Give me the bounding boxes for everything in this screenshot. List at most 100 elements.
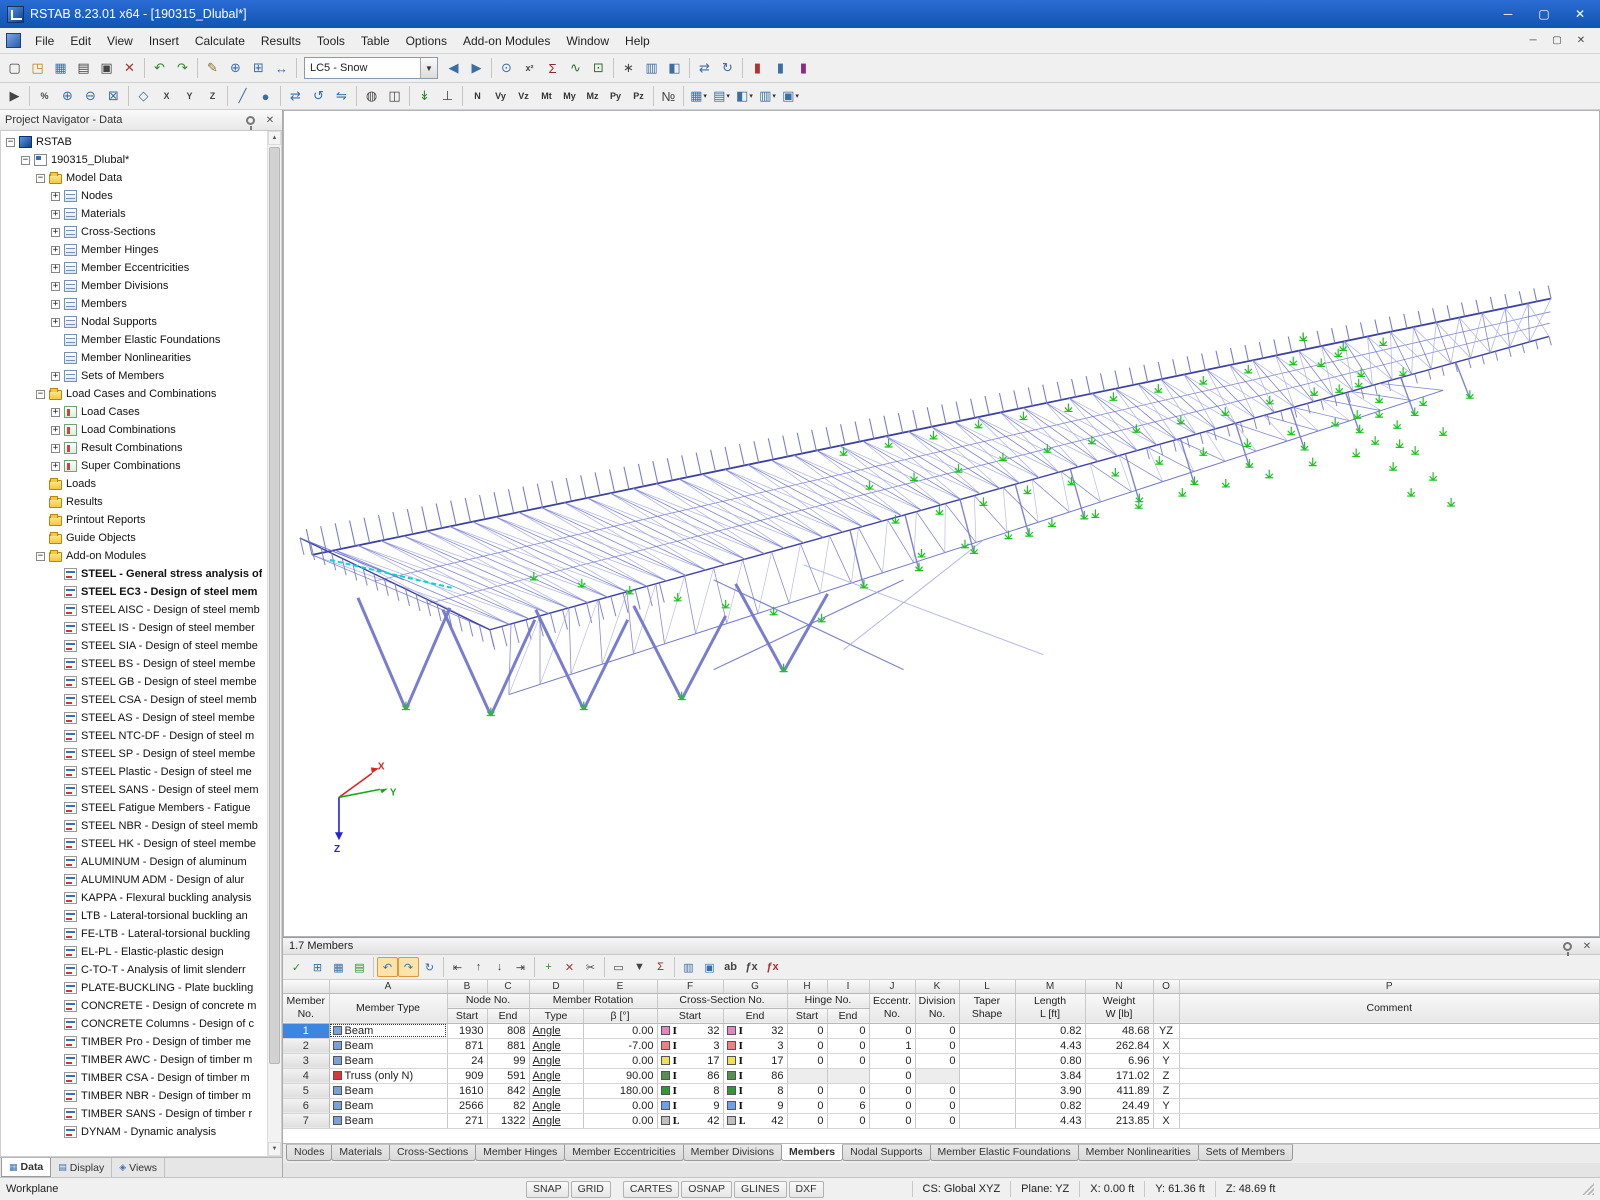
cell-eccentricity[interactable]: 0 — [869, 1068, 915, 1083]
filter-table-icon[interactable]: ▼ — [629, 957, 650, 977]
combo-dropdown-icon[interactable]: ▼ — [420, 58, 437, 78]
rename-ab-icon[interactable]: ab — [720, 957, 741, 977]
cell-length[interactable]: 0.80 — [1015, 1053, 1085, 1068]
expand-icon[interactable]: + — [51, 246, 60, 255]
cell-rotation-beta[interactable]: -7.00 — [583, 1038, 657, 1053]
tree-item-steel-hk-design-of-steel-membe[interactable]: STEEL HK - Design of steel membe — [2, 835, 266, 853]
cell-weight[interactable]: 6.96 — [1085, 1053, 1153, 1068]
column-letter-I[interactable]: I — [827, 980, 869, 993]
column-letter-K[interactable]: K — [915, 980, 959, 993]
cell-member-type[interactable]: Truss (only N) — [329, 1068, 447, 1083]
cell-rotation-beta[interactable]: 90.00 — [583, 1068, 657, 1083]
cell-node-start[interactable]: 871 — [447, 1038, 487, 1053]
collapse-icon[interactable]: − — [36, 174, 45, 183]
header-weight[interactable]: WeightW [lb] — [1085, 993, 1153, 1023]
subheader-rotation-beta[interactable]: β [°] — [583, 1008, 657, 1023]
result-torsion-mt-icon[interactable]: Mt — [535, 85, 558, 107]
header-length[interactable]: LengthL [ft] — [1015, 993, 1085, 1023]
member-row-5[interactable]: 5Beam1610842Angle180.00I8I800003.90411.8… — [283, 1083, 1600, 1098]
cell-member-no[interactable]: 4 — [283, 1068, 329, 1083]
table-tab-sets-of-members[interactable]: Sets of Members — [1198, 1144, 1293, 1161]
select-rows-icon[interactable]: ▭ — [608, 957, 629, 977]
table-tab-materials[interactable]: Materials — [331, 1144, 390, 1161]
pan-view-icon[interactable]: ↔ — [270, 57, 293, 79]
mdi-restore-button[interactable]: ▢ — [1546, 32, 1568, 50]
table-close-icon[interactable]: ✕ — [1580, 941, 1594, 952]
cell-member-type[interactable]: Beam — [329, 1023, 447, 1038]
tree-item-timber-nbr-design-of-timber-m[interactable]: TIMBER NBR - Design of timber m — [2, 1087, 266, 1105]
printout-report-icon[interactable]: ▮ — [746, 57, 769, 79]
collapse-icon[interactable]: − — [36, 390, 45, 399]
cell-hinge-end[interactable]: 0 — [827, 1083, 869, 1098]
cell-cs-start[interactable]: I17 — [657, 1053, 723, 1068]
cell-node-start[interactable]: 24 — [447, 1053, 487, 1068]
cell-length[interactable]: 0.82 — [1015, 1098, 1085, 1113]
tree-item-steel-nbr-design-of-steel-memb[interactable]: STEEL NBR - Design of steel memb — [2, 817, 266, 835]
cell-cs-end[interactable]: I86 — [723, 1068, 787, 1083]
mirror-icon[interactable]: ⇋ — [330, 85, 353, 107]
cell-member-no[interactable]: 2 — [283, 1038, 329, 1053]
cell-node-end[interactable]: 99 — [487, 1053, 529, 1068]
cell-weight[interactable]: 262.84 — [1085, 1038, 1153, 1053]
cell-rotation-beta[interactable]: 0.00 — [583, 1098, 657, 1113]
cell-comment[interactable] — [1179, 1083, 1600, 1098]
load-case-selector[interactable]: LC5 - Snow▼ — [304, 57, 438, 79]
open-model-icon[interactable]: ◳ — [26, 57, 49, 79]
new-node-icon[interactable]: ● — [254, 85, 277, 107]
tree-item-steel-fatigue-members-fatigue[interactable]: STEEL Fatigue Members - Fatigue — [2, 799, 266, 817]
resize-grip[interactable] — [1582, 1183, 1594, 1195]
cell-eccentricity[interactable]: 0 — [869, 1098, 915, 1113]
tree-item-load-combinations[interactable]: +Load Combinations — [2, 421, 266, 439]
column-letter-D[interactable]: D — [529, 980, 583, 993]
collapse-icon[interactable]: − — [36, 552, 45, 561]
table-tab-member-nonlinearities[interactable]: Member Nonlinearities — [1078, 1144, 1199, 1161]
menu-table[interactable]: Table — [353, 31, 398, 51]
expand-icon[interactable]: + — [51, 264, 60, 273]
close-button[interactable]: ✕ — [1562, 2, 1598, 26]
cell-member-no[interactable]: 3 — [283, 1053, 329, 1068]
print-icon[interactable]: ▤ — [72, 57, 95, 79]
cell-member-type[interactable]: Beam — [329, 1098, 447, 1113]
table-tab-member-hinges[interactable]: Member Hinges — [475, 1144, 565, 1161]
sum-values-icon[interactable]: Σ — [650, 957, 671, 977]
cell-orientation[interactable]: X — [1153, 1113, 1179, 1128]
cell-weight[interactable]: 411.89 — [1085, 1083, 1153, 1098]
cell-weight[interactable]: 24.49 — [1085, 1098, 1153, 1113]
tree-item-el-pl-elastic-plastic-design[interactable]: EL-PL - Elastic-plastic design — [2, 943, 266, 961]
tree-scrollbar[interactable]: ▲ ▼ — [267, 131, 281, 1156]
cell-taper-shape[interactable] — [959, 1083, 1015, 1098]
tree-item-c-to-t-analysis-of-limit-slenderr[interactable]: C-TO-T - Analysis of limit slenderr — [2, 961, 266, 979]
cell-node-end[interactable]: 881 — [487, 1038, 529, 1053]
cell-node-end[interactable]: 842 — [487, 1083, 529, 1098]
navigator-tab-views[interactable]: ◈Views — [112, 1158, 165, 1177]
status-toggle-osnap[interactable]: OSNAP — [681, 1181, 732, 1198]
tree-item-dynam-dynamic-analysis[interactable]: DYNAM - Dynamic analysis — [2, 1123, 266, 1141]
tree-item-steel-as-design-of-steel-membe[interactable]: STEEL AS - Design of steel membe — [2, 709, 266, 727]
navigator-tab-display[interactable]: ▤Display — [51, 1158, 112, 1177]
view-isometric-icon[interactable]: ◇ — [132, 85, 155, 107]
tree-item-concrete-columns-design-of-c[interactable]: CONCRETE Columns - Design of c — [2, 1015, 266, 1033]
cell-hinge-end[interactable]: 0 — [827, 1053, 869, 1068]
member-row-2[interactable]: 2Beam871881Angle-7.00I3I300104.43262.84X — [283, 1038, 1600, 1053]
cell-comment[interactable] — [1179, 1068, 1600, 1083]
undo-icon[interactable]: ↶ — [148, 57, 171, 79]
result-moment-my-icon[interactable]: My — [558, 85, 581, 107]
cell-rotation-beta[interactable]: 0.00 — [583, 1053, 657, 1068]
table-tab-members[interactable]: Members — [781, 1144, 843, 1161]
cell-orientation[interactable]: Y — [1153, 1053, 1179, 1068]
expand-icon[interactable]: + — [51, 372, 60, 381]
menu-calculate[interactable]: Calculate — [187, 31, 253, 51]
zoom-percent-icon[interactable]: % — [33, 85, 56, 107]
tree-item-load-cases[interactable]: +Load Cases — [2, 403, 266, 421]
table-tab-member-eccentricities[interactable]: Member Eccentricities — [564, 1144, 683, 1161]
tree-item-timber-csa-design-of-timber-m[interactable]: TIMBER CSA - Design of timber m — [2, 1069, 266, 1087]
mdi-minimize-button[interactable]: ─ — [1522, 32, 1544, 50]
cell-rotation-type[interactable]: Angle — [529, 1098, 583, 1113]
tree-item-loads[interactable]: Loads — [2, 475, 266, 493]
cell-rotation-type[interactable]: Angle — [529, 1053, 583, 1068]
tree-item-steel-sans-design-of-steel-mem[interactable]: STEEL SANS - Design of steel mem — [2, 781, 266, 799]
scroll-thumb[interactable] — [269, 147, 280, 1064]
tree-item-steel-bs-design-of-steel-membe[interactable]: STEEL BS - Design of steel membe — [2, 655, 266, 673]
tree-item-steel-csa-design-of-steel-memb[interactable]: STEEL CSA - Design of steel memb — [2, 691, 266, 709]
expand-icon[interactable]: + — [51, 282, 60, 291]
